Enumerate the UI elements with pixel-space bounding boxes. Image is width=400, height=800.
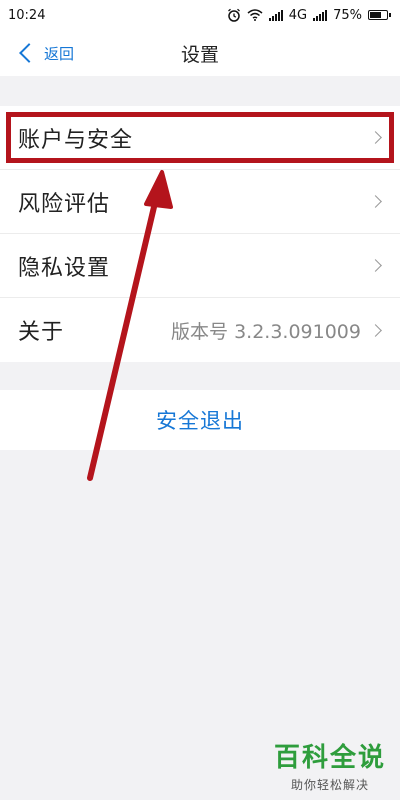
settings-item-label: 风险评估 bbox=[18, 191, 111, 217]
watermark-subtitle: 助你轻松解决 bbox=[290, 778, 369, 792]
chevron-right-icon bbox=[369, 195, 382, 208]
alarm-icon bbox=[227, 8, 240, 22]
chevron-right-icon bbox=[369, 259, 382, 272]
battery-icon bbox=[368, 10, 391, 20]
settings-item-privacy[interactable]: 隐私设置 bbox=[0, 234, 400, 298]
chevron-right-icon bbox=[369, 131, 382, 144]
logout-section: 安全退出 bbox=[0, 390, 400, 450]
nav-bar: 设置 返回 bbox=[0, 30, 400, 76]
watermark-logo: 百科全说 助你轻松解决 bbox=[270, 735, 390, 795]
settings-item-label: 账户与安全 bbox=[18, 127, 134, 153]
back-label: 返回 bbox=[44, 44, 75, 63]
status-icons: 4G 75% bbox=[227, 7, 391, 23]
status-time: 10:24 bbox=[8, 7, 46, 23]
settings-item-label: 关于 bbox=[18, 320, 65, 345]
settings-item-label: 隐私设置 bbox=[18, 255, 111, 281]
settings-list: 账户与安全 风险评估 隐私设置 关于 版本号 3.2.3.091009 bbox=[0, 106, 400, 362]
wifi-icon bbox=[247, 9, 263, 21]
status-bar: 10:24 4G 75% bbox=[0, 0, 400, 30]
battery-percent: 75% bbox=[333, 7, 362, 23]
settings-item-account-security[interactable]: 账户与安全 bbox=[0, 106, 400, 170]
chevron-right-icon bbox=[369, 323, 382, 337]
settings-item-about[interactable]: 关于 版本号 3.2.3.091009 bbox=[0, 298, 400, 362]
version-value: 版本号 3.2.3.091009 bbox=[171, 320, 361, 343]
signal-icon bbox=[268, 9, 283, 21]
chevron-left-icon bbox=[19, 43, 39, 63]
network-type: 4G bbox=[288, 7, 308, 23]
logout-button[interactable]: 安全退出 bbox=[0, 390, 400, 450]
watermark-title: 百科全说 bbox=[273, 743, 386, 773]
back-button[interactable]: 返回 bbox=[16, 38, 74, 68]
signal-icon bbox=[313, 9, 328, 21]
settings-item-risk-assessment[interactable]: 风险评估 bbox=[0, 170, 400, 234]
